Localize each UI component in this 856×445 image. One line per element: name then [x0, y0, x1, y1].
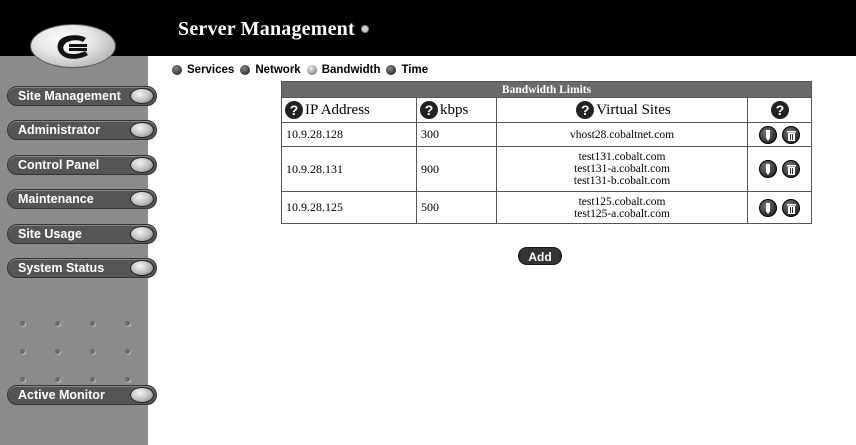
tab-network[interactable]: Network: [240, 64, 301, 76]
cell-ip: 10.9.28.128: [281, 122, 417, 147]
column-label: IP Address: [305, 102, 370, 118]
decor-dots: [20, 349, 130, 354]
table-row: 10.9.28.128 300 vhost28.cobaltnet.com: [281, 122, 812, 147]
tab-time[interactable]: Time: [386, 64, 428, 76]
column-label: Virtual Sites: [596, 102, 671, 118]
edit-icon[interactable]: [759, 160, 777, 178]
decor-dots: [20, 377, 130, 382]
decor-dots: [20, 321, 130, 326]
sidebar-item-label: Control Panel: [18, 158, 100, 172]
table-row: 10.9.28.125 500 test125.cobalt.com test1…: [281, 191, 812, 224]
cell-actions: [747, 191, 812, 224]
cell-actions: [747, 146, 812, 192]
sidebar-item-site-management[interactable]: Site Management: [7, 86, 157, 106]
cell-ip: 10.9.28.131: [281, 146, 417, 192]
title-dot-icon: [360, 25, 369, 33]
bullet-icon: [306, 65, 317, 75]
logo-mark-icon: [57, 35, 88, 59]
knob-icon: [130, 157, 154, 173]
knob-icon: [130, 88, 154, 104]
bullet-icon: [386, 65, 397, 75]
column-header-kbps: ? kbps: [416, 97, 497, 123]
help-icon[interactable]: ?: [771, 101, 789, 119]
virtual-site: test125-a.cobalt.com: [574, 207, 670, 220]
cell-kbps: 900: [416, 146, 497, 192]
cell-virtual-sites: vhost28.cobaltnet.com: [496, 122, 748, 147]
sidebar-item-site-usage[interactable]: Site Usage: [7, 224, 157, 244]
sidebar-item-system-status[interactable]: System Status: [7, 258, 157, 278]
sidebar-item-label: Site Management: [18, 89, 121, 103]
column-header-actions: ?: [747, 97, 812, 123]
table-caption-row: Bandwidth Limits: [281, 81, 812, 98]
add-button[interactable]: Add: [518, 247, 562, 265]
sidebar-item-label: Active Monitor: [18, 388, 105, 402]
sidebar-item-label: Maintenance: [18, 192, 94, 206]
trash-icon[interactable]: [782, 160, 800, 178]
sidebar-item-label: System Status: [18, 261, 105, 275]
help-icon[interactable]: ?: [420, 101, 438, 119]
knob-icon: [130, 226, 154, 242]
trash-icon[interactable]: [782, 125, 800, 144]
help-icon[interactable]: ?: [285, 101, 303, 119]
virtual-site: test125.cobalt.com: [578, 195, 666, 208]
column-header-virtual-sites: ? Virtual Sites: [496, 97, 748, 123]
virtual-site: test131-b.cobalt.com: [573, 175, 671, 187]
tab-label: Bandwidth: [321, 64, 381, 76]
trash-icon[interactable]: [782, 198, 800, 217]
bullet-icon: [172, 65, 182, 75]
cell-kbps: 300: [416, 122, 497, 147]
cobalt-logo: [30, 24, 116, 68]
cell-ip: 10.9.28.125: [281, 191, 417, 224]
virtual-site: test131.cobalt.com: [578, 151, 666, 163]
virtual-site: vhost28.cobaltnet.com: [569, 128, 675, 141]
top-header: Server Management: [0, 0, 856, 56]
cell-virtual-sites: test125.cobalt.com test125-a.cobalt.com: [496, 191, 748, 224]
bullet-icon: [240, 65, 251, 75]
tab-label: Services: [187, 64, 235, 76]
knob-icon: [130, 122, 154, 138]
tab-label: Network: [255, 64, 301, 76]
knob-icon: [130, 260, 154, 276]
table-row: 10.9.28.131 900 test131.cobalt.com test1…: [281, 146, 812, 192]
column-header-ip: ? IP Address: [281, 97, 417, 123]
column-label: kbps: [440, 102, 469, 118]
sidebar-item-administrator[interactable]: Administrator: [7, 120, 157, 140]
edit-icon[interactable]: [759, 125, 777, 144]
table-header-row: ? IP Address ? kbps ? Virtual Sites ?: [281, 97, 812, 123]
app-root: Server Management Site Management Admini…: [0, 0, 856, 445]
help-icon[interactable]: ?: [576, 101, 595, 119]
tab-services[interactable]: Services: [172, 64, 234, 76]
sidebar-item-maintenance[interactable]: Maintenance: [7, 189, 157, 209]
sidebar-item-label: Administrator: [18, 123, 100, 137]
sidebar-item-label: Site Usage: [18, 227, 82, 241]
cell-actions: [747, 122, 812, 147]
cell-kbps: 500: [416, 191, 497, 224]
edit-icon[interactable]: [759, 198, 777, 217]
bandwidth-limits-table: Bandwidth Limits ? IP Address ? kbps ? Virt…: [281, 81, 812, 224]
tab-label: Time: [401, 64, 429, 76]
sidebar-item-control-panel[interactable]: Control Panel: [7, 155, 157, 175]
sidebar-item-active-monitor[interactable]: Active Monitor: [7, 385, 157, 405]
tab-bandwidth[interactable]: Bandwidth: [306, 64, 381, 76]
knob-icon: [130, 191, 154, 207]
table-caption: Bandwidth Limits: [281, 81, 812, 98]
tab-bar: Services Network Bandwidth Time: [172, 64, 434, 76]
cell-virtual-sites: test131.cobalt.com test131-a.cobalt.com …: [496, 146, 748, 192]
knob-icon: [130, 387, 154, 403]
page-title: Server Management: [178, 18, 369, 41]
virtual-site: test131-a.cobalt.com: [574, 163, 670, 175]
